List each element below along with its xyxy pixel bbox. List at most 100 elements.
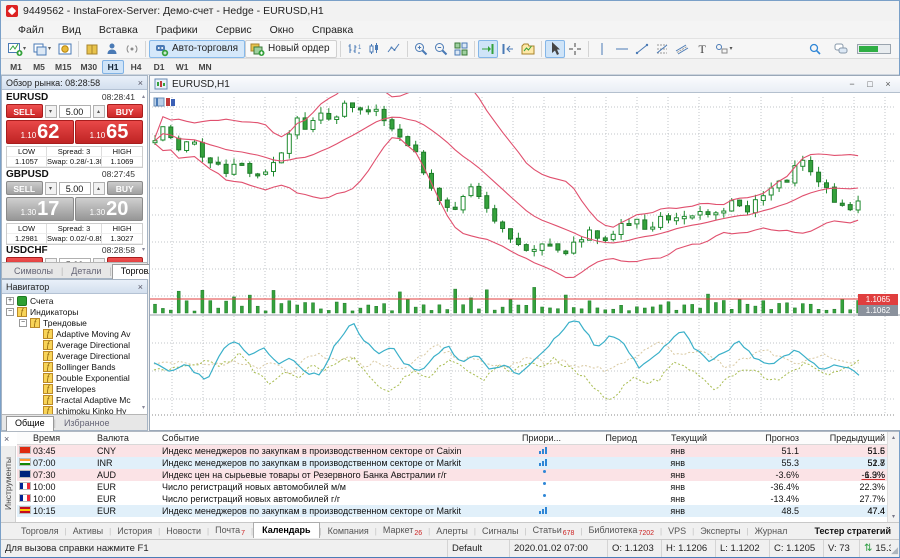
toolbox-tab-Статьи[interactable]: Статьи678 — [527, 524, 581, 539]
market-watch-tab-Детали[interactable]: Детали — [63, 265, 109, 278]
calendar-row[interactable]: 03:45CNYИндекс менеджеров по закупкам в … — [17, 445, 887, 457]
tree-item[interactable]: fDouble Exponential — [2, 372, 147, 383]
toolbox-tab-Почта[interactable]: Почта7 — [209, 524, 251, 539]
navigator-scroll-down-icon[interactable]: ▾ — [142, 404, 145, 411]
chart-close-icon[interactable]: × — [880, 79, 896, 89]
status-profile[interactable]: Default — [447, 540, 509, 557]
timeframe-W1[interactable]: W1 — [171, 60, 193, 74]
chart-canvas[interactable] — [150, 93, 900, 431]
volume-field[interactable]: 5.00 — [59, 105, 91, 118]
trendline-button[interactable] — [632, 40, 652, 58]
toolbox-tab-История[interactable]: История — [111, 525, 158, 537]
tree-item[interactable]: fBollinger Bands — [2, 361, 147, 372]
menu-item-Сервис[interactable]: Сервис — [207, 22, 261, 38]
calendar-row[interactable]: 07:30AUDИндекс цен на сырьевые товары от… — [17, 469, 887, 481]
timeframe-M15[interactable]: M15 — [51, 60, 76, 74]
column-header-7[interactable]: Прогноз — [717, 433, 799, 443]
toolbox-tab-Библиотека[interactable]: Библиотека7202 — [583, 524, 661, 539]
profiles-button[interactable] — [30, 40, 50, 58]
column-header-8[interactable]: Предыдущий — [792, 433, 885, 443]
cursor-button[interactable] — [545, 40, 565, 58]
timeframe-D1[interactable]: D1 — [148, 60, 170, 74]
toolbox-tab-Эксперты[interactable]: Эксперты — [694, 525, 746, 537]
toolbox-close-icon[interactable]: × — [4, 434, 9, 444]
toolbox-tab-Календарь[interactable]: Календарь — [253, 522, 319, 538]
community-button[interactable] — [102, 40, 122, 58]
timeframe-H1[interactable]: H1 — [102, 60, 124, 74]
toolbox-tab-Маркет[interactable]: Маркет26 — [377, 524, 428, 539]
zoom-in-button[interactable] — [411, 40, 431, 58]
search-icon[interactable] — [805, 40, 825, 58]
toolbox-tab-Активы[interactable]: Активы — [67, 525, 109, 537]
tree-item[interactable]: −fТрендовые — [2, 317, 147, 328]
navigator-tab-Общие[interactable]: Общие — [6, 416, 54, 431]
volume-down-button[interactable]: ▾ — [45, 105, 57, 118]
shapes-dropdown-icon[interactable]: ▾ — [730, 45, 737, 52]
chart-maximize-icon[interactable]: □ — [862, 79, 878, 89]
crosshair-button[interactable] — [565, 40, 585, 58]
tree-item[interactable]: fAverage Directional — [2, 339, 147, 350]
calendar-scrollbar[interactable]: ▴ ▾ — [887, 432, 899, 522]
timeframe-H4[interactable]: H4 — [125, 60, 147, 74]
volume-up-button[interactable]: ▴ — [93, 105, 105, 118]
fibonacci-button[interactable] — [652, 40, 672, 58]
horizontal-line-button[interactable] — [612, 40, 632, 58]
zoom-out-button[interactable] — [431, 40, 451, 58]
volume-up-button[interactable]: ▴ — [93, 182, 105, 195]
menu-item-Файл[interactable]: Файл — [9, 22, 53, 38]
column-header-2[interactable]: Валюта — [97, 433, 129, 443]
chart-minimize-icon[interactable]: − — [844, 79, 860, 89]
collapse-minus-icon[interactable]: − — [6, 308, 14, 316]
menu-item-Справка[interactable]: Справка — [303, 22, 362, 38]
menu-item-Вставка[interactable]: Вставка — [90, 22, 147, 38]
collapse-minus-icon[interactable]: − — [19, 319, 27, 327]
toolbox-tab-Журнал[interactable]: Журнал — [749, 525, 794, 537]
symbol-row[interactable]: GBPUSD08:27:45 — [2, 168, 147, 180]
menu-item-Окно[interactable]: Окно — [261, 22, 303, 38]
timeframe-M5[interactable]: M5 — [28, 60, 50, 74]
vertical-line-button[interactable] — [592, 40, 612, 58]
calendar-header-row[interactable]: ВремяВалютаСобытиеПриори...ПериодТекущий… — [17, 432, 887, 445]
auto-trading-button[interactable]: Авто-торговля — [149, 40, 245, 58]
toolbox-tab-Торговля[interactable]: Торговля — [15, 525, 65, 537]
toolbox-tab-Сигналы[interactable]: Сигналы — [476, 525, 525, 537]
ask-price[interactable]: 1.3020 — [75, 197, 143, 221]
market-watch-scroll-up-icon[interactable]: ▴ — [142, 93, 145, 100]
volume-field[interactable]: 5.00 — [59, 182, 91, 195]
calendar-row[interactable]: 10:00EURЧисло регистраций новых автомоби… — [17, 493, 887, 505]
column-header-3[interactable]: Событие — [162, 433, 199, 443]
market-watch-tab-Символы[interactable]: Символы — [6, 265, 61, 278]
column-header-6[interactable]: Текущий — [625, 433, 707, 443]
calendar-row[interactable]: 10:00EURЧисло регистраций новых автомоби… — [17, 481, 887, 493]
tile-windows-button[interactable] — [451, 40, 471, 58]
candlestick-mode-button[interactable] — [364, 40, 384, 58]
channel-button[interactable] — [672, 40, 692, 58]
symbol-row[interactable]: USDCHF08:28:58 — [2, 244, 147, 256]
ask-price[interactable]: 1.1065 — [75, 120, 143, 144]
chat-icon[interactable] — [831, 40, 851, 58]
bid-price[interactable]: 1.3017 — [6, 197, 74, 221]
sell-button[interactable]: SELL — [6, 181, 43, 195]
economic-calendar-button[interactable] — [82, 40, 102, 58]
new-order-button[interactable]: Новый ордер — [245, 40, 337, 58]
toolbox-tab-VPS[interactable]: VPS — [662, 525, 692, 537]
tree-item[interactable]: fFractal Adaptive Mc — [2, 394, 147, 405]
profiles-dropdown-icon[interactable]: ▾ — [48, 45, 55, 52]
toolbox-tab-Компания[interactable]: Компания — [322, 525, 375, 537]
bar-chart-mode-button[interactable]: 1 — [344, 40, 364, 58]
strategy-tester-label[interactable]: Тестер стратегий — [815, 526, 892, 536]
shapes-button[interactable] — [712, 40, 732, 58]
timeframe-M1[interactable]: M1 — [5, 60, 27, 74]
tree-item[interactable]: −fИндикаторы — [2, 306, 147, 317]
buy-button[interactable]: BUY — [107, 181, 144, 195]
tree-item[interactable]: fEnvelopes — [2, 383, 147, 394]
toolbox-tab-Новости[interactable]: Новости — [160, 525, 207, 537]
resize-grip-icon[interactable]: ◢ — [891, 545, 898, 556]
market-watch-close-icon[interactable]: × — [138, 78, 143, 88]
tree-item[interactable]: +Счета — [2, 295, 147, 306]
signals-broadcast-button[interactable] — [122, 40, 142, 58]
volume-down-button[interactable]: ▾ — [45, 182, 57, 195]
calendar-row[interactable]: 07:00INRИндекс менеджеров по закупкам в … — [17, 457, 887, 469]
toolbox-side-tab[interactable]: Инструменты — [1, 446, 16, 522]
menu-item-Вид[interactable]: Вид — [53, 22, 90, 38]
